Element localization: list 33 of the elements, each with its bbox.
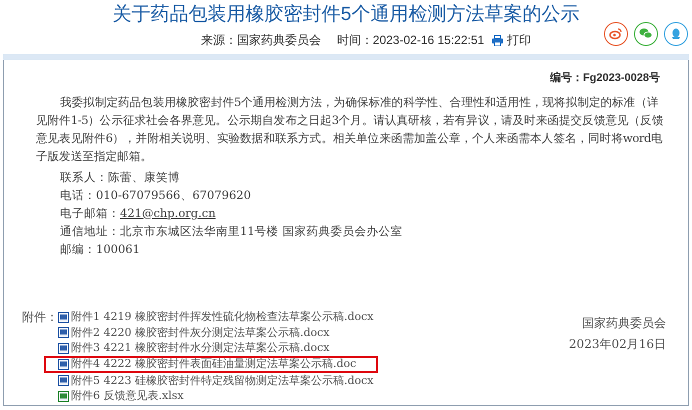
time-text: 时间：2023-02-16 15:22:51	[336, 32, 484, 49]
attachment-link[interactable]: 附件1 4219 橡胶密封件挥发性硫化物检查法草案公示稿.docx	[58, 310, 374, 325]
source-text: 来源：国家药典委员会	[200, 32, 321, 49]
contact-label: 联系人：	[60, 168, 108, 186]
print-link[interactable]: 打印	[492, 31, 532, 49]
printer-icon	[492, 34, 504, 46]
attachment-link[interactable]: 附件5 4223 硅橡胶密封件特定残留物测定法草案公示稿.docx	[58, 373, 374, 388]
signature-organization: 国家药典委员会	[582, 314, 666, 332]
contact-label: 电子邮箱：	[60, 204, 120, 222]
attachment-link[interactable]: 附件4 4222 橡胶密封件表面硅油量测定法草案公示稿.doc	[44, 356, 378, 373]
document-number: 编号：Fg2023-0028号	[550, 70, 660, 86]
attachment-link[interactable]: 附件2 4220 橡胶密封件灰分测定法草案公示稿.docx	[58, 325, 330, 340]
contact-value: 北京市东城区法华南里11号楼 国家药典委员会办公室	[120, 222, 402, 240]
chat-bubble-icon[interactable]	[634, 22, 658, 46]
document-file-icon	[58, 327, 69, 338]
contact-label: 邮编：	[60, 240, 96, 258]
contact-value: 陈蕾、康笑博	[108, 168, 180, 186]
document-file-icon	[58, 342, 69, 354]
document-file-icon	[58, 375, 69, 386]
body-paragraph: 我委拟制定药品包装用橡胶密封件5个通用检测方法，为确保标准的科学性、合理性和适用性，现将拟制定的标准（详见附件1-5）公示征求社会各界意见。公示期自发布之日起3个月。请认真研核，若有异议，请及时来函提交反馈意见（反馈意见表见附件6），并附相关说明、实验数据和联系方式。相关单位来函需加盖公章，个人来函需本人签名，同时将word电子版发送至指定邮箱。	[35, 94, 664, 164]
contact-value: 010-67079566、67079620	[96, 186, 251, 204]
signature-date: 2023年02月16日	[568, 336, 666, 352]
email-link[interactable]: 421@chp.org.cn	[120, 204, 216, 222]
spreadsheet-file-icon	[58, 390, 69, 402]
attachment-link[interactable]: 附件3 4221 橡胶密封件水分测定法草案公示稿.docx	[58, 340, 330, 356]
document-file-icon	[58, 359, 69, 370]
document-file-icon	[58, 312, 69, 323]
page-title: 关于药品包装用橡胶密封件5个通用检测方法草案的公示	[112, 2, 580, 27]
contact-label: 电话：	[60, 186, 96, 204]
contact-label: 通信地址：	[60, 222, 120, 240]
attachment-link[interactable]: 附件6 反馈意见表.xlsx	[58, 388, 184, 404]
contact-value: 100061	[96, 240, 140, 258]
attachments-label: 附件：	[22, 310, 58, 326]
